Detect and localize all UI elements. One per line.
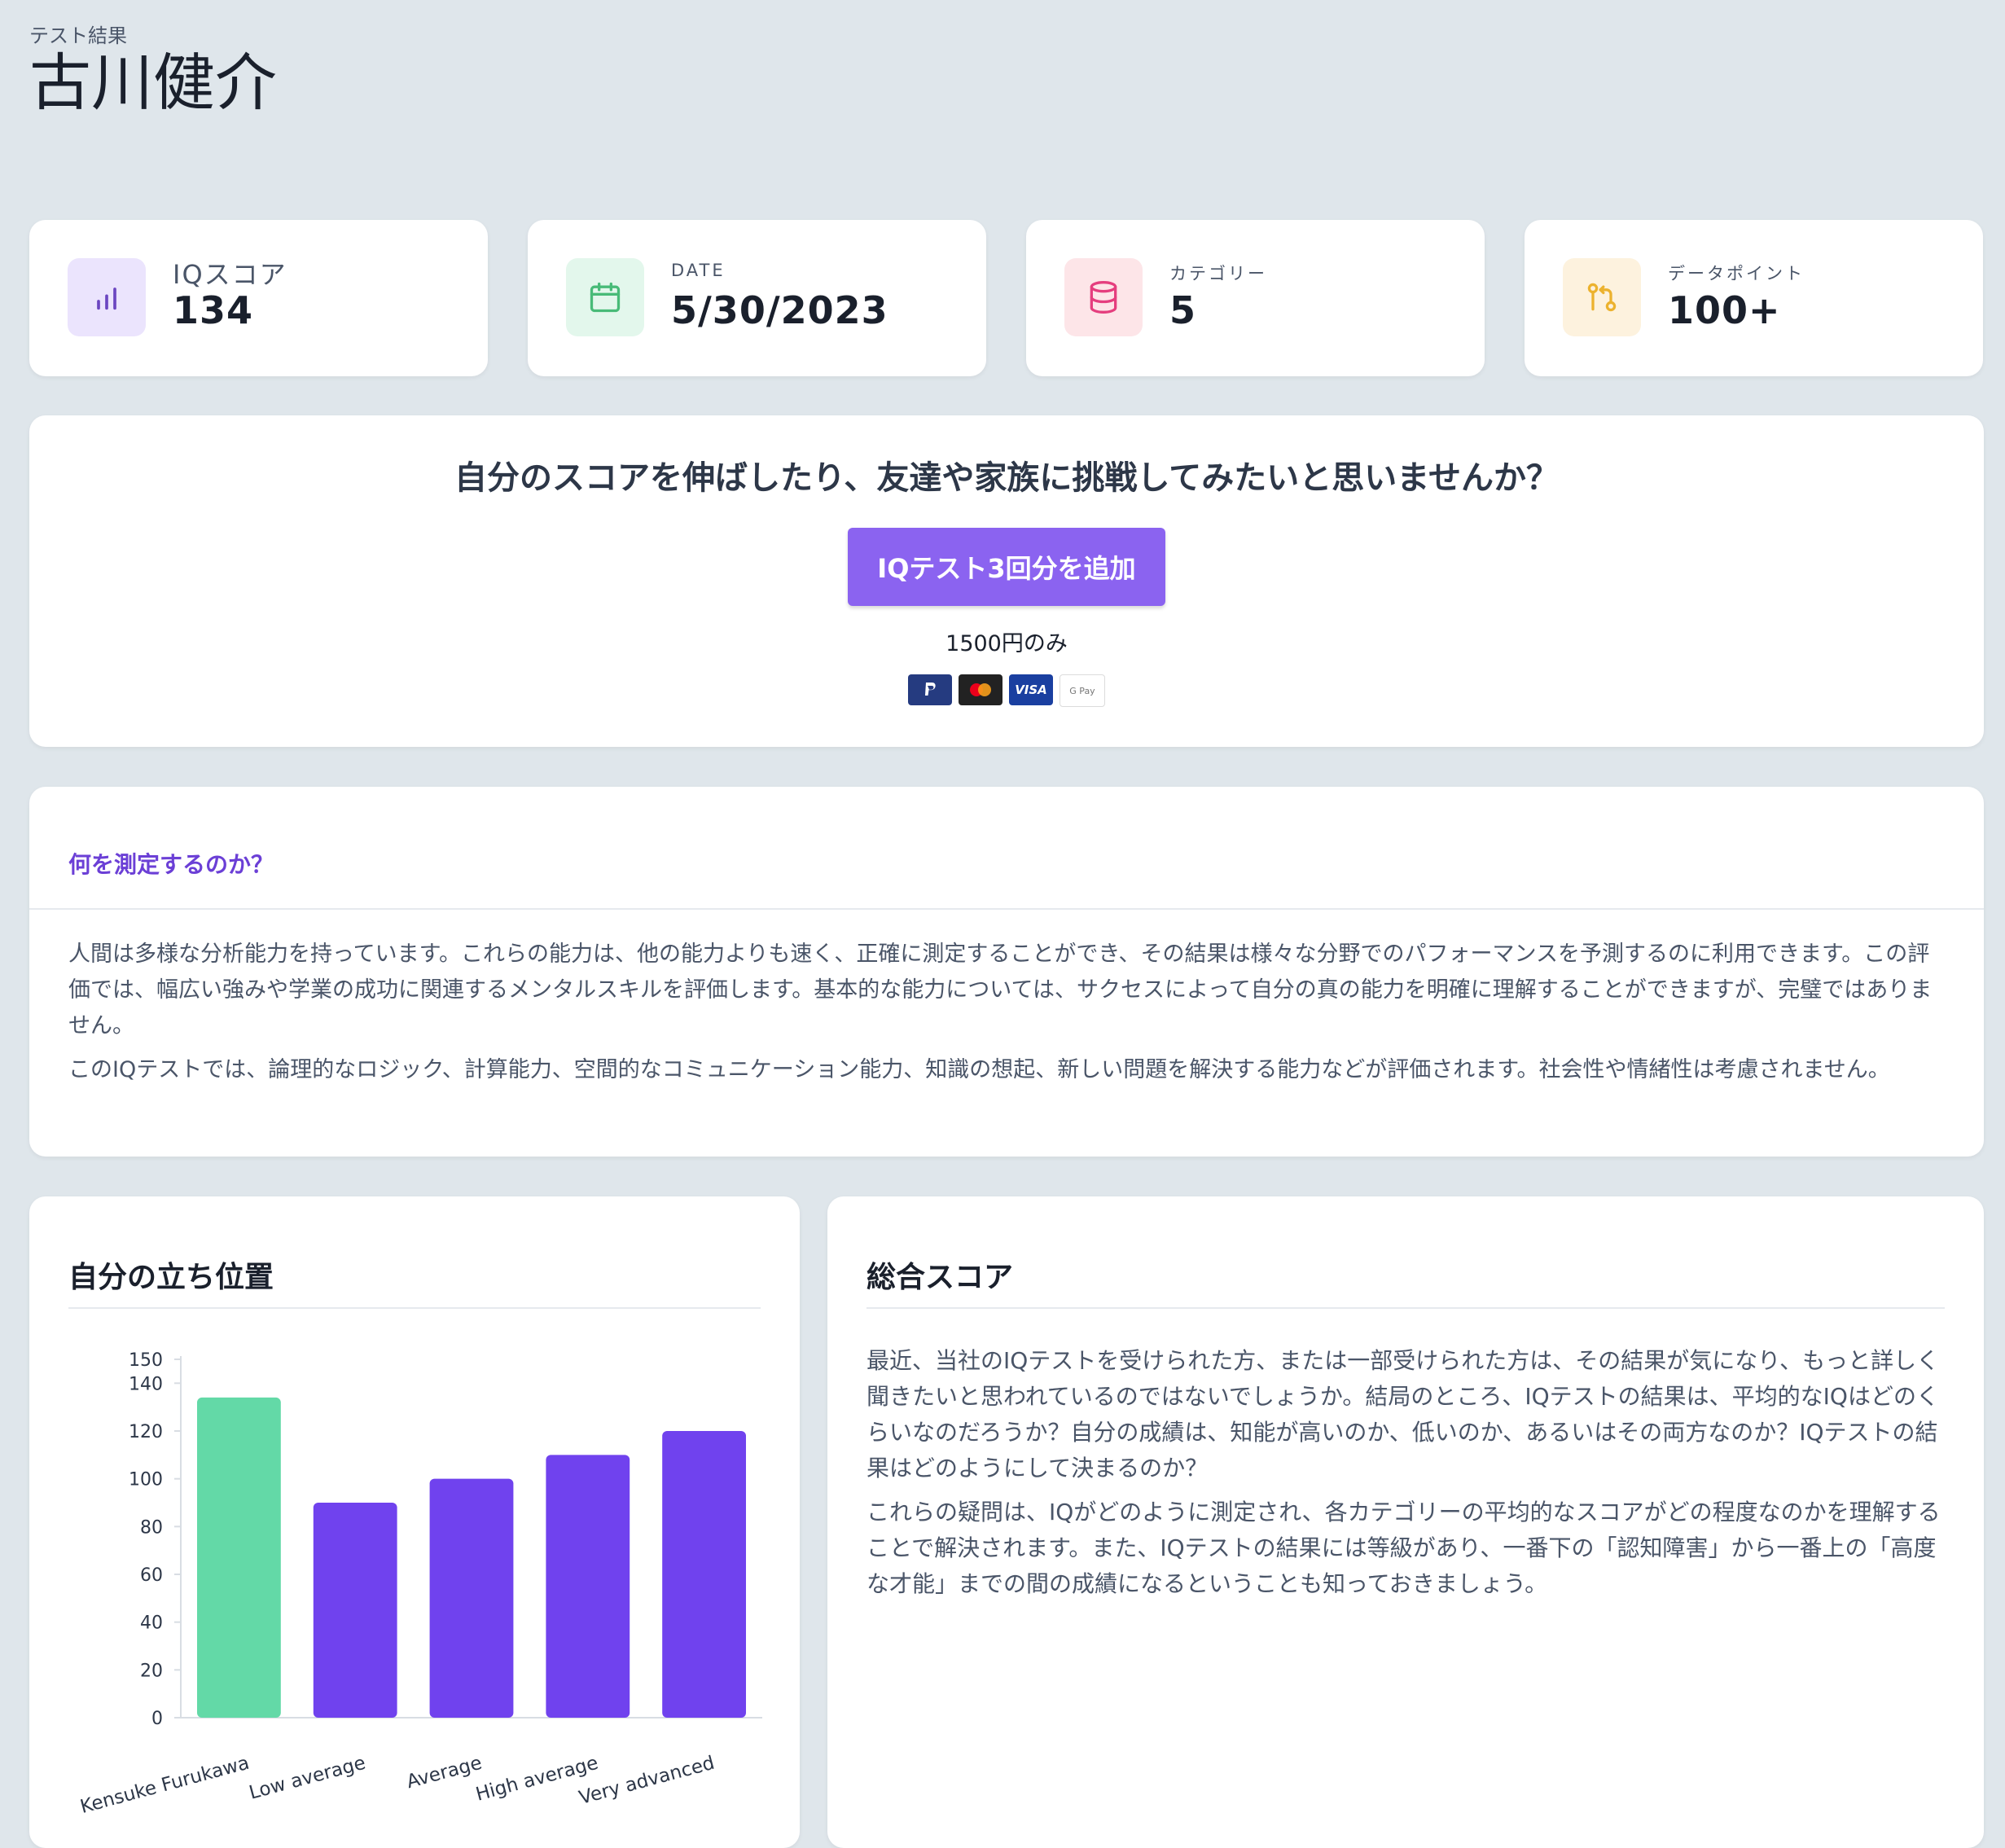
stat-label: DATE (671, 261, 726, 280)
price-text: 1500円のみ (945, 631, 1068, 656)
bar-chart-icon (68, 258, 146, 336)
measure-title: 何を測定するのか？ (68, 851, 274, 878)
bar (662, 1431, 747, 1718)
measure-paragraph: このIQテストでは、論理的なロジック、計算能力、空間的なコミュニケーション能力、… (68, 1057, 1890, 1082)
stat-label: IQスコア (173, 259, 287, 290)
y-tick-label: 0 (151, 1709, 163, 1729)
stat-label: データポイント (1668, 264, 1805, 283)
stat-card-date: DATE 5/30/2023 (528, 220, 986, 376)
x-tick-label: Low average (247, 1753, 367, 1804)
stat-value: 100+ (1668, 288, 1781, 332)
page-title: 古川健介 (29, 46, 277, 119)
x-tick-label: Average (405, 1753, 485, 1793)
stat-label: カテゴリー (1169, 264, 1267, 283)
y-tick-label: 100 (129, 1470, 163, 1490)
stat-value: 5 (1169, 288, 1197, 332)
bar (313, 1503, 397, 1718)
visa-icon: VISA (1009, 674, 1053, 705)
position-card: 自分の立ち位置 0 20 40 60 80 100 120 140 150 Kensuke Fur… (29, 1196, 800, 1848)
total-score-title: 総合スコア (866, 1261, 1014, 1294)
y-tick-label: 20 (140, 1661, 163, 1681)
mastercard-icon (959, 674, 1002, 705)
y-tick-label: 150 (129, 1350, 163, 1371)
position-bar-chart: 0 20 40 60 80 100 120 140 150 Kensuke FurukawaLow… (78, 1350, 762, 1818)
paypal-icon (908, 674, 952, 705)
cta-card: 自分のスコアを伸ばしたり、友達や家族に挑戦してみたいと思いませんか？ IQテスト… (29, 415, 1984, 747)
divider (29, 908, 1984, 910)
total-score-body: 最近、当社のIQテストを受けられた方、または一部受けられた方は、その結果が気にな… (866, 1343, 1945, 1610)
stat-value: 134 (173, 288, 254, 332)
y-tick-label: 60 (140, 1565, 163, 1586)
stat-card-iq-score: IQスコア 134 (29, 220, 488, 376)
measure-body: 人間は多様な分析能力を持っています。これらの能力は、他の能力よりも速く、正確に測… (68, 937, 1945, 1096)
google-pay-icon: G Pay (1060, 674, 1105, 707)
y-tick-label: 40 (140, 1613, 163, 1634)
cta-title: 自分のスコアを伸ばしたり、友達や家族に挑戦してみたいと思いませんか？ (454, 459, 1559, 497)
x-tick-label: Kensuke Furukawa (78, 1753, 252, 1818)
calendar-icon (566, 258, 644, 336)
measure-card: 何を測定するのか？ 人間は多様な分析能力を持っています。これらの能力は、他の能力… (29, 787, 1984, 1157)
bar (546, 1455, 630, 1718)
payment-methods: VISA G Pay (29, 674, 1984, 707)
stat-card-data-points: データポイント 100+ (1525, 220, 1983, 376)
database-icon (1064, 258, 1143, 336)
bar (429, 1478, 514, 1718)
divider (866, 1307, 1945, 1309)
y-tick-label: 120 (129, 1422, 163, 1442)
total-paragraph: 最近、当社のIQテストを受けられた方、または一部受けられた方は、その結果が気にな… (866, 1347, 1940, 1481)
total-paragraph: これらの疑問は、IQがどのように測定され、各カテゴリーの平均的なスコアがどの程度… (866, 1499, 1941, 1597)
total-score-card: 総合スコア 最近、当社のIQテストを受けられた方、または一部受けられた方は、その… (827, 1196, 1984, 1848)
measure-paragraph: 人間は多様な分析能力を持っています。これらの能力は、他の能力よりも速く、正確に測… (68, 942, 1933, 1038)
x-tick-label: Very advanced (577, 1753, 717, 1809)
stat-value: 5/30/2023 (671, 288, 888, 332)
git-pull-request-icon (1563, 258, 1641, 336)
add-tests-button[interactable]: IQテスト3回分を追加 (848, 528, 1165, 606)
y-tick-label: 80 (140, 1517, 163, 1538)
y-tick-label: 140 (129, 1374, 163, 1394)
bar (196, 1397, 281, 1718)
stat-card-categories: カテゴリー 5 (1026, 220, 1485, 376)
